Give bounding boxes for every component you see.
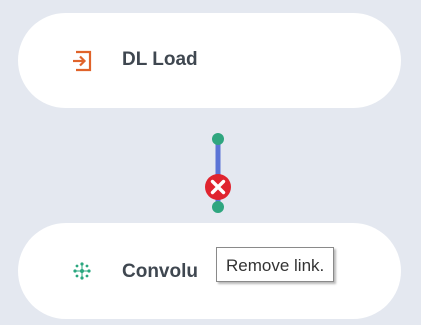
link-start-handle[interactable]	[212, 133, 224, 145]
node-convolution[interactable]: Convolu	[18, 223, 401, 319]
node-label: DL Load	[122, 49, 198, 70]
remove-link-tooltip: Remove link.	[216, 247, 335, 282]
import-arrow-icon	[73, 50, 92, 72]
node-dl-load[interactable]: DL Load	[18, 13, 401, 108]
link-end-handle[interactable]	[212, 201, 224, 213]
close-circle-icon[interactable]	[205, 174, 231, 200]
node-label: Convolu	[122, 261, 198, 282]
convolution-icon	[73, 262, 91, 280]
